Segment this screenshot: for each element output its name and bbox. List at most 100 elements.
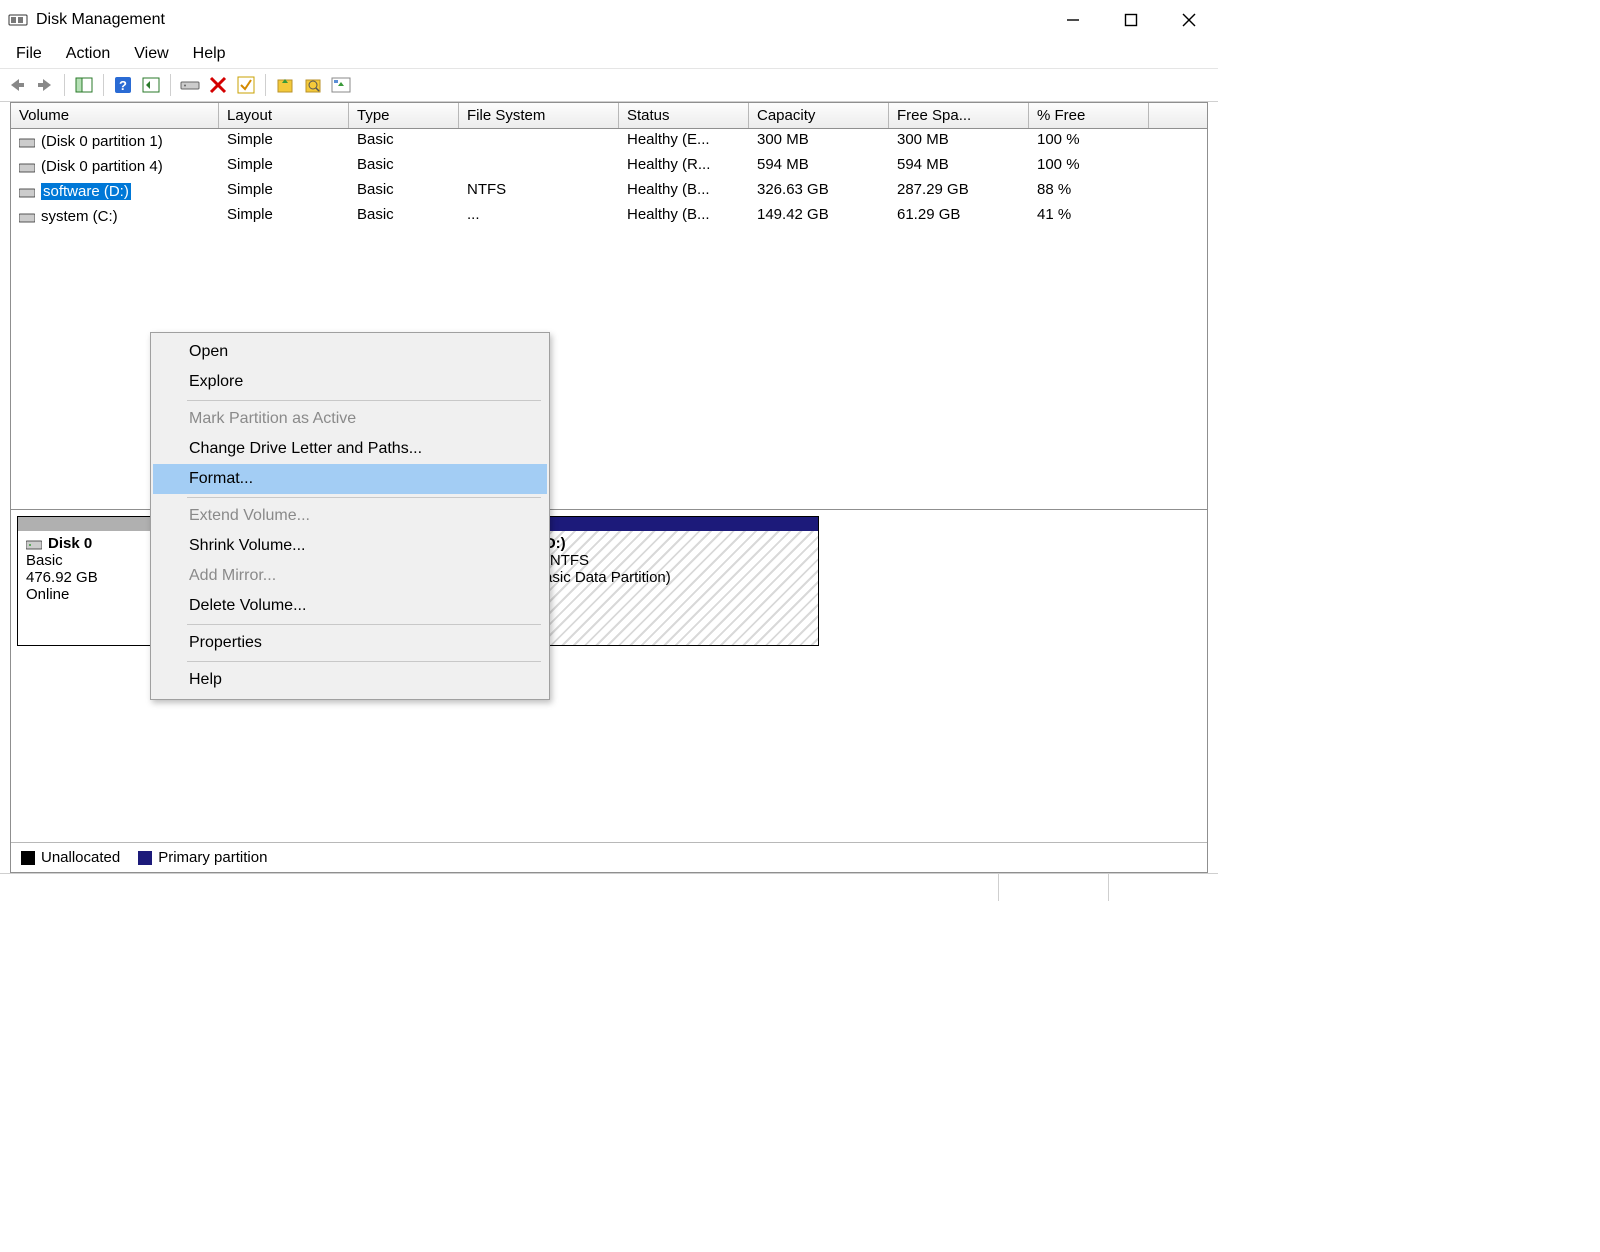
col-layout[interactable]: Layout [219, 103, 349, 128]
volume-cell: 41 % [1029, 204, 1149, 229]
volume-cell: 100 % [1029, 129, 1149, 154]
context-menu-item[interactable]: Format... [153, 464, 547, 494]
volume-row[interactable]: (Disk 0 partition 4)SimpleBasicHealthy (… [11, 154, 1207, 179]
menu-action[interactable]: Action [56, 41, 120, 67]
volume-cell [459, 154, 619, 179]
volume-name-cell: (Disk 0 partition 4) [11, 154, 219, 179]
drive-icon [19, 136, 35, 148]
help-icon[interactable]: ? [110, 72, 136, 98]
svg-text:?: ? [119, 78, 127, 93]
col-pct-free[interactable]: % Free [1029, 103, 1149, 128]
volume-cell: Healthy (R... [619, 154, 749, 179]
col-blank[interactable] [1149, 103, 1207, 128]
show-hide-console-tree-icon[interactable] [71, 72, 97, 98]
menu-file[interactable]: File [6, 41, 52, 67]
legend-swatch-primary [138, 851, 152, 865]
volume-name-cell: system (C:) [11, 204, 219, 229]
volume-cell: NTFS [459, 179, 619, 204]
volume-cell: 149.42 GB [749, 204, 889, 229]
col-free[interactable]: Free Spa... [889, 103, 1029, 128]
forward-icon[interactable] [32, 72, 58, 98]
new-volume-icon[interactable] [272, 72, 298, 98]
toolbar-separator [170, 74, 171, 96]
volume-cell [1149, 129, 1207, 154]
volume-row[interactable]: (Disk 0 partition 1)SimpleBasic Healthy (… [11, 129, 1207, 154]
volume-cell [1149, 179, 1207, 204]
volume-name-cell: (Disk 0 partition 1) [11, 129, 219, 154]
col-type[interactable]: Type [349, 103, 459, 128]
menubar: File Action View Help [0, 40, 1218, 68]
context-menu-item[interactable]: Help [153, 665, 547, 695]
connect-icon[interactable] [177, 72, 203, 98]
disk-icon [26, 538, 42, 550]
col-capacity[interactable]: Capacity [749, 103, 889, 128]
apply-icon[interactable] [233, 72, 259, 98]
col-filesystem[interactable]: File System [459, 103, 619, 128]
context-menu-item: Mark Partition as Active [153, 404, 547, 434]
context-menu-item: Extend Volume... [153, 501, 547, 531]
context-menu-item[interactable]: Change Drive Letter and Paths... [153, 434, 547, 464]
maximize-button[interactable] [1102, 0, 1160, 40]
drive-icon [19, 211, 35, 223]
volume-cell: Basic [349, 154, 459, 179]
close-button[interactable] [1160, 0, 1218, 40]
toolbar: ? [0, 68, 1218, 102]
context-menu-item[interactable]: Explore [153, 367, 547, 397]
volume-cell [1149, 204, 1207, 229]
volume-cell: Simple [219, 204, 349, 229]
settings-icon[interactable] [328, 72, 354, 98]
volume-cell [459, 129, 619, 154]
volume-cell: Basic [349, 204, 459, 229]
statusbar [0, 873, 1218, 901]
volume-row[interactable]: system (C:)SimpleBasic...Healthy (B...14… [11, 204, 1207, 229]
disk-management-window: Disk Management File Action View Help ? [0, 0, 1218, 901]
context-menu-item[interactable]: Open [153, 337, 547, 367]
refresh-icon[interactable] [138, 72, 164, 98]
volume-cell: Basic [349, 179, 459, 204]
drive-icon [19, 186, 35, 198]
volume-cell: Healthy (B... [619, 179, 749, 204]
context-menu-separator [187, 624, 541, 625]
volume-cell: 594 MB [749, 154, 889, 179]
volume-cell: 300 MB [749, 129, 889, 154]
volume-cell: Basic [349, 129, 459, 154]
titlebar: Disk Management [0, 0, 1218, 40]
volume-cell: Simple [219, 129, 349, 154]
menu-view[interactable]: View [124, 41, 178, 67]
disk-name: Disk 0 [48, 535, 92, 552]
legend-swatch-unallocated [21, 851, 35, 865]
delete-icon[interactable] [205, 72, 231, 98]
back-icon[interactable] [4, 72, 30, 98]
find-icon[interactable] [300, 72, 326, 98]
legend-label: Unallocated [41, 849, 120, 866]
col-volume[interactable]: Volume [11, 103, 219, 128]
drive-icon [19, 161, 35, 173]
volume-cell [1149, 154, 1207, 179]
menu-help[interactable]: Help [183, 41, 236, 67]
toolbar-separator [64, 74, 65, 96]
volume-cell: ... [459, 204, 619, 229]
volume-cell: Healthy (E... [619, 129, 749, 154]
context-menu-separator [187, 661, 541, 662]
app-icon [8, 11, 28, 29]
context-menu-item[interactable]: Delete Volume... [153, 591, 547, 621]
volume-cell: 326.63 GB [749, 179, 889, 204]
volume-row[interactable]: software (D:)SimpleBasicNTFSHealthy (B..… [11, 179, 1207, 204]
volume-list-header: Volume Layout Type File System Status Ca… [11, 103, 1207, 129]
minimize-button[interactable] [1044, 0, 1102, 40]
context-menu-separator [187, 497, 541, 498]
volume-cell: 287.29 GB [889, 179, 1029, 204]
volume-cell: 594 MB [889, 154, 1029, 179]
context-menu-item[interactable]: Shrink Volume... [153, 531, 547, 561]
volume-cell: 88 % [1029, 179, 1149, 204]
col-status[interactable]: Status [619, 103, 749, 128]
volume-cell: 300 MB [889, 129, 1029, 154]
volume-cell: Healthy (B... [619, 204, 749, 229]
toolbar-separator [103, 74, 104, 96]
volume-cell: Simple [219, 179, 349, 204]
volume-context-menu: OpenExplore Mark Partition as ActiveChang… [150, 332, 550, 700]
context-menu-separator [187, 400, 541, 401]
legend-label: Primary partition [158, 849, 267, 866]
legend: Unallocated Primary partition [11, 842, 1207, 872]
context-menu-item[interactable]: Properties [153, 628, 547, 658]
